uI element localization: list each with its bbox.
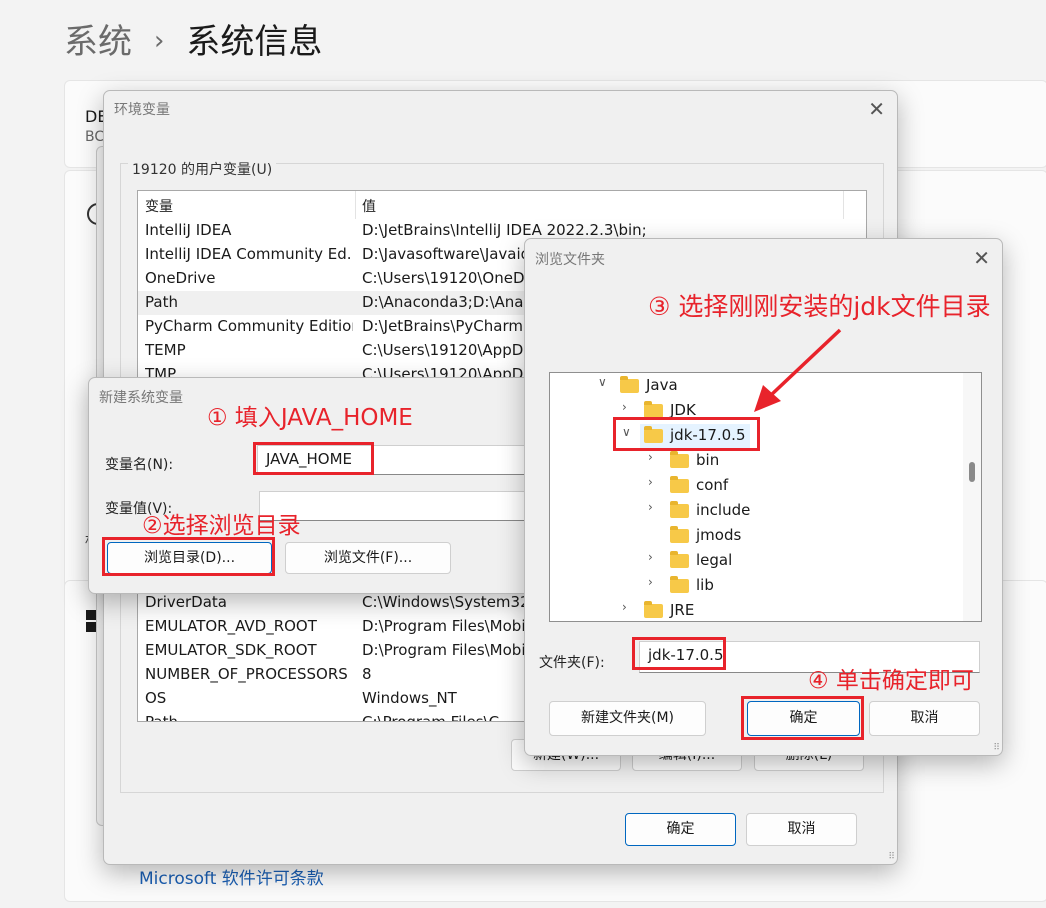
breadcrumb-parent[interactable]: 系统 <box>64 22 132 62</box>
folder-icon <box>670 576 689 593</box>
column-header-value[interactable]: 值 <box>362 196 376 216</box>
cancel-button[interactable]: 取消 <box>869 701 980 736</box>
annotation-step3: ③ 选择刚刚安装的jdk文件目录 <box>648 292 991 321</box>
highlight-folder-input <box>632 637 726 670</box>
tree-item-label: Java <box>646 376 678 394</box>
folder-label: 文件夹(F): <box>539 655 605 671</box>
variable-name-cell: IntelliJ IDEA Community Ed... <box>145 245 353 263</box>
variable-value-cell: Windows_NT <box>362 689 457 707</box>
variable-value-input[interactable] <box>259 491 539 521</box>
highlight-variable-name <box>253 442 374 475</box>
variable-name-cell: Path <box>145 713 178 722</box>
variable-value-cell: D:\Program Files\Mobi <box>362 641 526 659</box>
folder-icon <box>670 476 689 493</box>
folder-icon <box>620 376 639 393</box>
variable-value-cell: D:\Javasoftware\Javaid <box>362 245 531 263</box>
folder-icon <box>670 526 689 543</box>
annotation-step2: ②选择浏览目录 <box>142 513 301 539</box>
expand-chevron-icon[interactable]: ∨ <box>598 375 614 389</box>
variable-name-cell: OneDrive <box>145 269 216 287</box>
folder-icon <box>670 451 689 468</box>
breadcrumb-current: 系统信息 <box>186 22 323 62</box>
variable-name-cell: Path <box>145 293 178 311</box>
variable-value-cell: C:\Program Files\C... <box>362 713 514 722</box>
annotation-step1: ① 填入JAVA_HOME <box>207 405 413 431</box>
variable-name-cell: DriverData <box>145 593 227 611</box>
device-model-text: BC <box>85 129 105 145</box>
variable-name-cell: PyCharm Community Edition <box>145 317 353 335</box>
expand-chevron-icon[interactable]: › <box>622 600 638 614</box>
expand-chevron-icon[interactable]: › <box>648 575 664 589</box>
browse-file-button[interactable]: 浏览文件(F)... <box>285 542 451 574</box>
variable-name-cell: EMULATOR_SDK_ROOT <box>145 641 317 659</box>
dialog-title: 浏览文件夹 <box>535 252 605 268</box>
variable-value-cell: 8 <box>362 665 372 683</box>
variable-name-cell: EMULATOR_AVD_ROOT <box>145 617 317 635</box>
variable-name-cell: TEMP <box>145 341 186 359</box>
tree-item-label: conf <box>696 476 729 494</box>
new-folder-button[interactable]: 新建文件夹(M) <box>549 701 706 736</box>
resize-grip-icon[interactable]: ⠿ <box>993 743 1000 753</box>
expand-chevron-icon[interactable]: › <box>648 550 664 564</box>
highlight-browse-directory <box>102 537 275 576</box>
expand-chevron-icon[interactable]: › <box>622 400 638 414</box>
column-header-variable[interactable]: 变量 <box>145 196 173 216</box>
tree-item-label: JRE <box>670 601 695 619</box>
expand-chevron-icon[interactable]: › <box>648 500 664 514</box>
license-link[interactable]: Microsoft 软件许可条款 <box>139 864 324 889</box>
folder-icon <box>670 501 689 518</box>
folder-tree[interactable]: ∨ Java › JDK ∨ jdk-17.0.5 › bin › conf › include jmo… <box>549 372 982 622</box>
column-divider <box>843 191 844 219</box>
tree-item-label: jmods <box>696 526 742 544</box>
tree-item-label: legal <box>696 551 733 569</box>
variable-name-label: 变量名(N): <box>105 457 174 473</box>
variable-value-cell: C:\Users\19120\AppDa <box>362 341 533 359</box>
scrollbar-thumb[interactable] <box>969 462 975 482</box>
window-title: 环境变量 <box>114 102 170 118</box>
expand-chevron-icon[interactable]: › <box>648 450 664 464</box>
folder-icon <box>670 551 689 568</box>
variable-value-cell: D:\JetBrains\IntelliJ IDEA 2022.2.3\bin; <box>362 221 647 239</box>
variable-value-cell: D:\Anaconda3;D:\Anac <box>362 293 532 311</box>
column-divider <box>355 191 356 219</box>
annotation-step4: ④ 单击确定即可 <box>808 668 974 694</box>
variable-name-cell: IntelliJ IDEA <box>145 221 232 239</box>
folder-icon <box>644 601 663 618</box>
ok-button[interactable]: 确定 <box>625 813 736 846</box>
tree-item-label: bin <box>696 451 720 469</box>
expand-chevron-icon[interactable]: › <box>648 475 664 489</box>
variable-name-cell: NUMBER_OF_PROCESSORS <box>145 665 348 683</box>
variable-name-cell: OS <box>145 689 167 707</box>
close-icon[interactable]: ✕ <box>973 248 990 268</box>
user-variables-label: 19120 的用户变量(U) <box>128 159 277 179</box>
variable-value-cell: C:\Windows\System32 <box>362 593 530 611</box>
page-title: 系统 › 系统信息 <box>64 14 322 63</box>
tree-item-label: include <box>696 501 751 519</box>
dialog-title: 新建系统变量 <box>99 390 183 406</box>
variable-value-cell: D:\Program Files\Mobi <box>362 617 526 635</box>
tree-scrollbar[interactable] <box>963 373 981 621</box>
folder-icon <box>644 401 663 418</box>
variable-value-cell: D:\JetBrains\PyCharm C <box>362 317 539 335</box>
cancel-button[interactable]: 取消 <box>746 813 857 846</box>
variable-value-cell: C:\Users\19120\OneDr <box>362 269 531 287</box>
close-icon[interactable]: ✕ <box>868 99 885 119</box>
highlight-jdk-folder <box>613 417 760 451</box>
resize-grip-icon[interactable]: ⠿ <box>888 852 895 862</box>
tree-item-label: lib <box>696 576 714 594</box>
breadcrumb-separator: › <box>154 26 165 56</box>
highlight-ok-button <box>741 696 864 740</box>
